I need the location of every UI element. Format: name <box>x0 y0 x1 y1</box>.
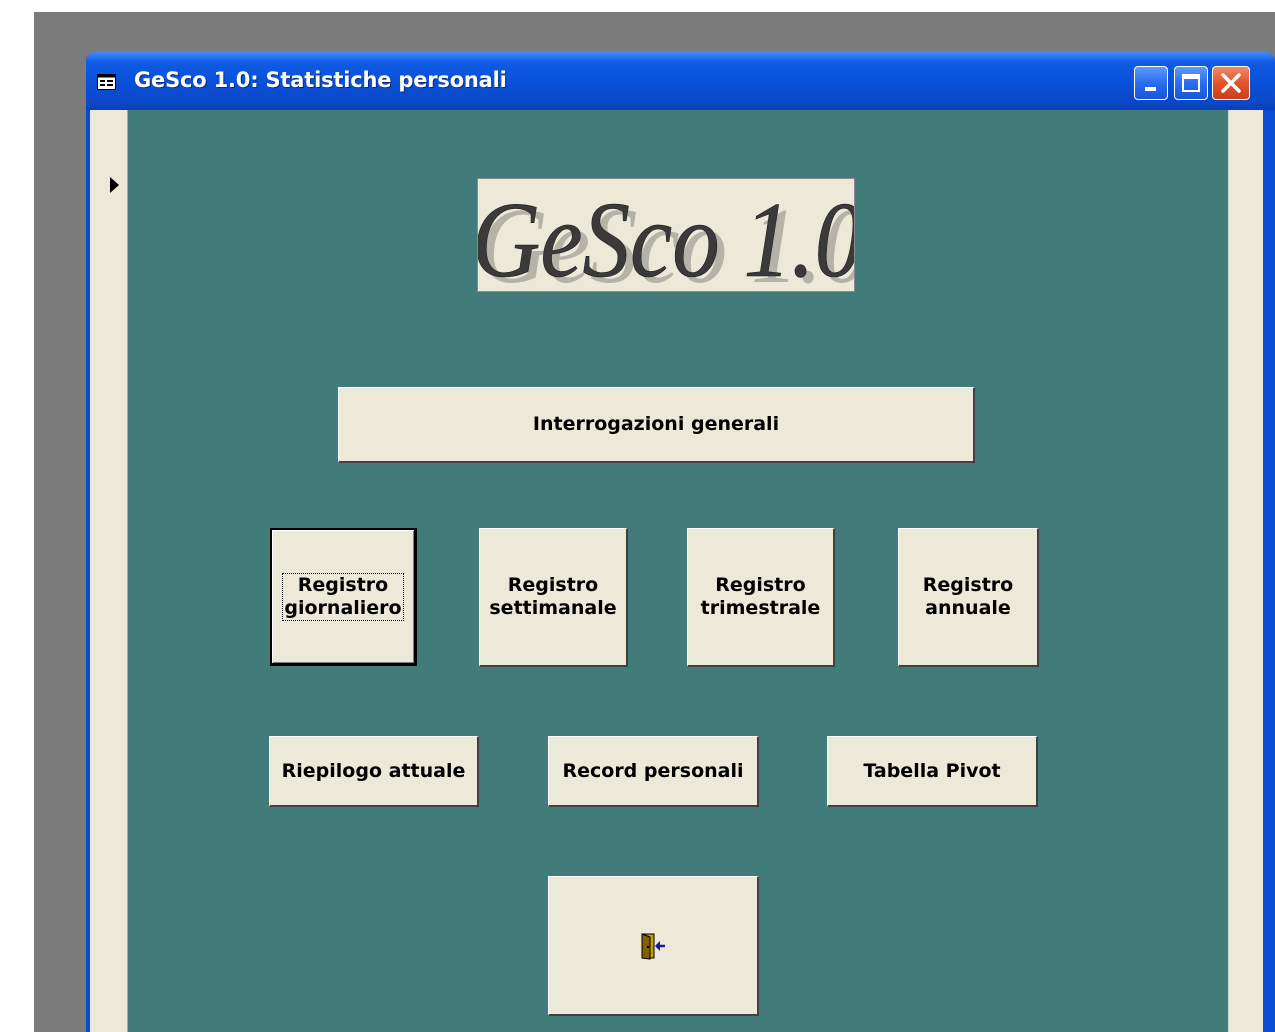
logo-text: GeSco 1.0 <box>478 180 855 292</box>
personal-records-button[interactable]: Record personali <box>548 736 759 807</box>
pivot-table-button[interactable]: Tabella Pivot <box>827 736 1038 807</box>
weekly-register-label-line1: Registro <box>507 574 599 596</box>
quarterly-register-button[interactable]: Registro trimestrale <box>687 528 835 667</box>
general-queries-label: Interrogazioni generali <box>532 413 780 435</box>
daily-register-label: Registro giornaliero <box>282 572 404 621</box>
form-icon <box>97 74 116 90</box>
quarterly-register-label: Registro trimestrale <box>701 574 821 620</box>
weekly-register-label: Registro settimanale <box>489 574 616 620</box>
close-icon <box>1221 73 1241 93</box>
current-summary-label: Riepilogo attuale <box>281 759 466 782</box>
desktop-left-edge <box>0 0 34 1032</box>
current-summary-button[interactable]: Riepilogo attuale <box>269 736 479 807</box>
daily-register-label-line1: Registro <box>297 573 389 596</box>
weekly-register-button[interactable]: Registro settimanale <box>479 528 628 667</box>
daily-register-button[interactable]: Registro giornaliero <box>270 528 417 666</box>
yearly-register-label-line1: Registro <box>922 574 1014 596</box>
quarterly-register-label-line2: trimestrale <box>700 597 821 619</box>
personal-records-label: Record personali <box>562 759 744 782</box>
quarterly-register-label-line1: Registro <box>715 574 806 596</box>
general-queries-button[interactable]: Interrogazioni generali <box>338 387 975 463</box>
window-title: GeSco 1.0: Statistiche personali <box>134 68 507 92</box>
yearly-register-label: Registro annuale <box>923 574 1013 620</box>
daily-register-label-line2: giornaliero <box>284 596 402 619</box>
gesco-logo: GeSco 1.0 GeSco 1.0 <box>477 178 855 292</box>
weekly-register-label-line2: settimanale <box>489 597 617 619</box>
minimize-button[interactable] <box>1134 66 1168 100</box>
close-button[interactable] <box>1212 66 1250 100</box>
gesco-logo-art: GeSco 1.0 GeSco 1.0 <box>478 180 855 292</box>
title-bar[interactable]: GeSco 1.0: Statistiche personali <box>86 52 1275 110</box>
minimize-icon <box>1145 87 1156 91</box>
yearly-register-button[interactable]: Registro annuale <box>898 528 1039 667</box>
current-record-arrow-icon <box>110 177 119 193</box>
exit-button[interactable] <box>548 876 759 1016</box>
yearly-register-label-line2: annuale <box>925 597 1011 619</box>
record-selector[interactable] <box>90 110 128 1032</box>
pivot-table-label: Tabella Pivot <box>863 759 1001 782</box>
maximize-button[interactable] <box>1174 66 1208 100</box>
exit-door-icon <box>641 932 665 960</box>
right-frame <box>1228 110 1264 1032</box>
right-border <box>1228 110 1275 1032</box>
desktop-top-edge <box>0 0 1275 12</box>
window-right-edge <box>1263 110 1275 1032</box>
maximize-icon <box>1182 74 1200 92</box>
